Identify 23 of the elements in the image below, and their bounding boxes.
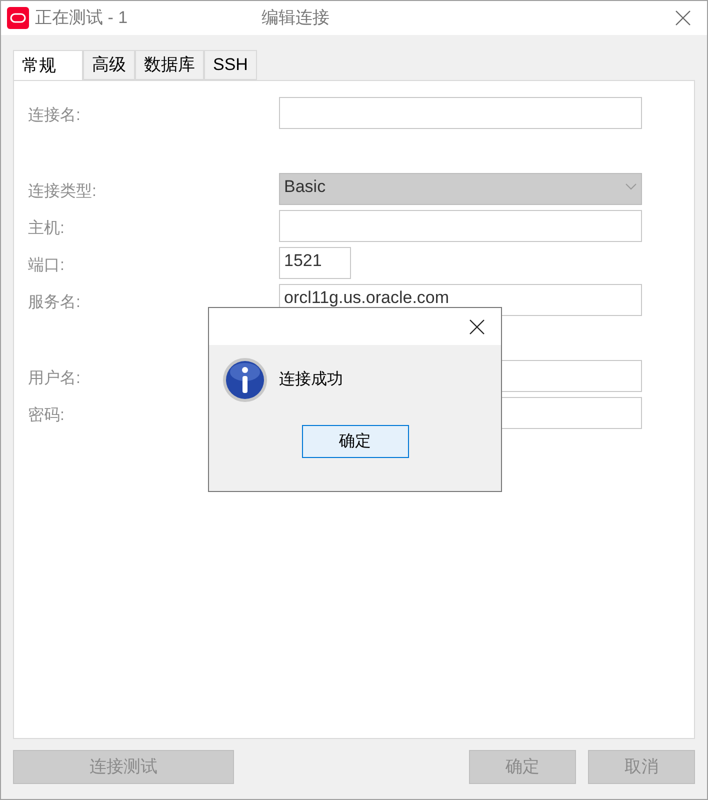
- type-dropdown[interactable]: Basic: [279, 173, 642, 205]
- message-text: 连接成功: [279, 370, 343, 390]
- field-label: 连接类型:: [28, 183, 96, 200]
- field-label: 用户名:: [28, 370, 80, 387]
- tab[interactable]: 常规: [13, 50, 83, 81]
- input-field[interactable]: [279, 97, 642, 129]
- window-title: 正在测试 - 1: [35, 7, 128, 30]
- input-field[interactable]: [279, 210, 642, 242]
- field-label: 主机:: [28, 220, 64, 237]
- field-label: 连接名:: [28, 107, 80, 124]
- window-title: 编辑连接: [262, 7, 330, 30]
- tab[interactable]: 数据库: [135, 50, 204, 80]
- field-label: 服务名:: [28, 294, 80, 311]
- field-label: 端口:: [28, 257, 64, 274]
- chevron-down-icon: [625, 183, 637, 191]
- field-label: 密码:: [28, 407, 64, 424]
- input-field[interactable]: 1521: [279, 247, 351, 279]
- app-logo-icon: [7, 7, 29, 29]
- ok-button[interactable]: 确定: [302, 425, 408, 458]
- close-icon[interactable]: [469, 318, 485, 334]
- tab[interactable]: SSH: [204, 50, 257, 80]
- tab[interactable]: 高级: [83, 50, 135, 80]
- info-icon: [222, 357, 268, 403]
